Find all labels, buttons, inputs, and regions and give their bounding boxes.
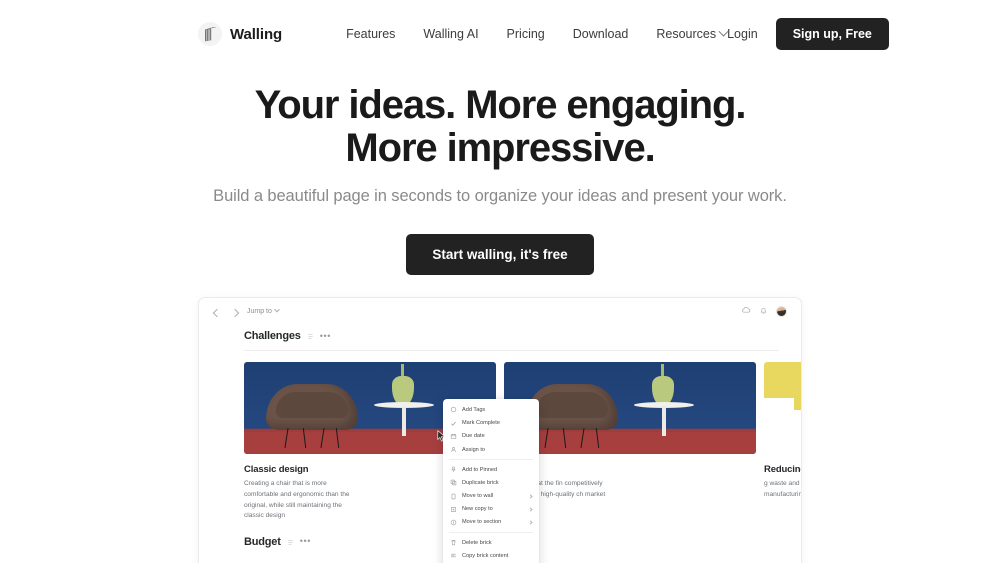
section-title: Budget (244, 536, 281, 549)
nav-link-pricing[interactable]: Pricing (507, 27, 545, 41)
nav-link-walling-ai[interactable]: Walling AI (423, 27, 478, 41)
context-menu-item-label: Duplicate brick (462, 479, 499, 486)
list-icon[interactable] (287, 539, 294, 546)
context-menu-item-move-to-wall[interactable]: Move to wall (443, 490, 539, 503)
signup-button[interactable]: Sign up, Free (775, 18, 889, 50)
card-title: Pricing (504, 464, 756, 475)
context-menu-item-label: Add Tags (462, 406, 486, 413)
card-body: Creating a chair that is more comfortabl… (244, 480, 350, 520)
red-rocking-chair-yellow-wall (764, 362, 801, 455)
context-menu-item-label: New copy to (462, 506, 493, 513)
context-menu-divider (449, 459, 533, 461)
nav-actions: Login Sign up, Free (727, 18, 889, 50)
move-section-icon (450, 519, 457, 526)
context-menu-item-due-date[interactable]: Due date (443, 430, 539, 443)
arrow-right-icon[interactable] (230, 307, 238, 315)
hero-subheadline: Build a beautiful page in seconds to org… (213, 187, 787, 206)
more-dots-icon[interactable]: ••• (300, 537, 311, 547)
check-icon (450, 420, 457, 427)
card-body: g waste and iental impact throughout e m… (764, 480, 802, 499)
brand-name-text: Walling (230, 25, 283, 43)
chevron-right-icon (528, 520, 533, 525)
context-menu-item-label: Move to section (462, 519, 502, 526)
pin-icon (450, 466, 457, 473)
chevron-right-icon (528, 507, 533, 512)
chevron-right-icon (528, 493, 533, 499)
app-preview-window: Jump to Challenges ••• Classic design Cr… (198, 297, 802, 563)
context-menu-item-label: Delete brick (462, 539, 492, 546)
nav-link-walling-ai-label: Walling AI (423, 27, 479, 41)
primary-nav-links: Features Walling AI Pricing Download Res… (346, 26, 729, 41)
lines-copy-icon (450, 552, 457, 559)
more-dots-icon[interactable]: ••• (320, 331, 331, 341)
context-menu-item-add-to-pinned[interactable]: Add to Pinned (443, 463, 539, 476)
wall-icon (450, 493, 457, 500)
jump-to-label: Jump to (247, 307, 272, 315)
arrow-left-icon[interactable] (213, 307, 221, 315)
bell-icon[interactable] (759, 306, 768, 317)
duplicate-icon (450, 479, 457, 486)
nav-link-resources-label: Resources (656, 27, 717, 41)
nav-link-resources[interactable]: Resources (656, 26, 729, 41)
copy-to-icon (450, 506, 457, 513)
jump-to-button[interactable]: Jump to (247, 307, 280, 315)
card-pricing[interactable]: Pricing Ensuring that the fin competitiv… (504, 362, 756, 522)
context-menu-item-label: Mark Complete (462, 420, 500, 427)
card-title: Reducing waste (764, 464, 802, 476)
calendar-icon (450, 433, 457, 440)
nav-link-download-label: Download (572, 27, 629, 41)
context-menu-item-label: Due date (462, 433, 485, 440)
tag-circle-icon (450, 406, 457, 413)
context-menu-item-duplicate-brick[interactable]: Duplicate brick (443, 476, 539, 489)
hero-section: Your ideas. More engaging. More impressi… (0, 68, 1000, 276)
context-menu-item-add-tags[interactable]: Add Tags (443, 403, 539, 416)
context-menu-item-mark-complete[interactable]: Mark Complete (443, 417, 539, 430)
nav-link-pricing-label: Pricing (506, 27, 545, 41)
brand-logo-link[interactable]: Walling (198, 22, 282, 46)
start-walling-button[interactable]: Start walling, it's free (406, 234, 594, 276)
brick-context-menu: Add Tags Mark Complete Due date Assign t (443, 399, 539, 563)
brown-eames-chair-blue-wall (504, 362, 756, 455)
cloud-icon[interactable] (741, 305, 751, 317)
context-menu-item-move-to-section[interactable]: Move to section (443, 516, 539, 529)
trash-icon (450, 539, 457, 546)
login-link[interactable]: Login (727, 27, 758, 41)
context-menu-item-label: Copy brick content (462, 552, 509, 559)
card-reducing-waste[interactable]: Reducing waste g waste and iental impact… (764, 362, 802, 522)
nav-link-features[interactable]: Features (346, 27, 395, 41)
nav-link-download[interactable]: Download (573, 27, 629, 41)
headline-line-2: More impressive. (345, 126, 655, 171)
context-menu-item-assign-to[interactable]: Assign to (443, 443, 539, 456)
app-topbar: Jump to (199, 298, 801, 324)
wall-column-logo-icon (198, 22, 222, 46)
context-menu-item-delete-brick[interactable]: Delete brick (443, 536, 539, 549)
context-menu-item-new-copy-to[interactable]: New copy to (443, 503, 539, 516)
list-icon[interactable] (307, 333, 314, 340)
context-menu-item-label: Assign to (462, 446, 486, 453)
context-menu-item-copy-brick-content[interactable]: Copy brick content (443, 549, 539, 562)
person-icon (450, 446, 457, 453)
context-menu-divider (449, 532, 533, 534)
chevron-down-icon (274, 307, 280, 313)
section-header-challenges: Challenges ••• (221, 324, 779, 350)
context-menu-item-label: Add to Pinned (462, 466, 498, 473)
nav-link-features-label: Features (346, 27, 396, 41)
top-navigation-bar: Walling Features Walling AI Pricing Down… (0, 0, 1000, 68)
context-menu-item-label: Move to wall (462, 493, 494, 500)
section-title: Challenges (244, 330, 301, 343)
app-topbar-actions (741, 305, 787, 317)
user-avatar[interactable] (776, 305, 787, 317)
page-title: Your ideas. More engaging. More impressi… (0, 83, 1000, 171)
headline-line-1: Your ideas. More engaging. (254, 83, 747, 127)
